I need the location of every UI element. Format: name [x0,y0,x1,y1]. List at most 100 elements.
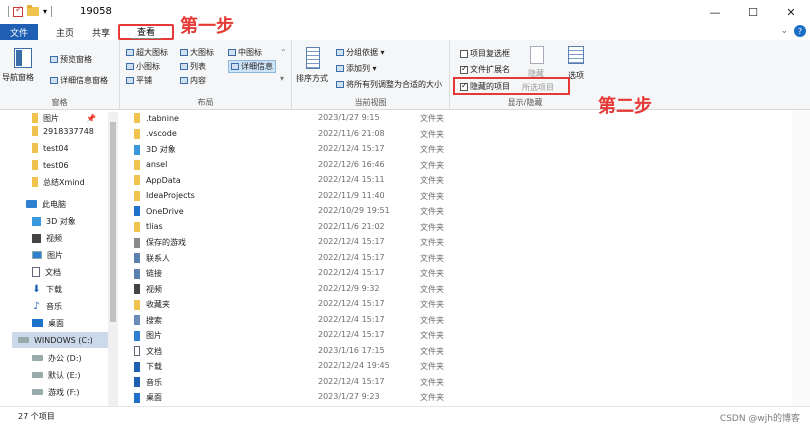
fit-columns-button[interactable]: 将所有列调整为合适的大小 [336,79,442,90]
folder-icon [134,159,140,170]
tab-share[interactable]: 共享 [92,24,110,40]
navigation-pane-icon[interactable] [14,48,32,68]
tab-file[interactable]: 文件 [0,24,38,40]
options-button[interactable]: 选项 [568,70,584,81]
music-icon [134,377,140,387]
file-name: 图片 [146,331,162,340]
chevron-down-icon[interactable]: ▾ [43,7,47,16]
file-row[interactable]: .vscode 2022/11/6 21:08 文件夹 [120,126,790,142]
file-row[interactable]: 链接 2022/12/4 15:17 文件夹 [120,265,790,281]
file-row[interactable]: OneDrive 2022/10/29 19:51 文件夹 [120,203,790,219]
folder-icon [134,128,140,139]
sidebar-item-drive-f[interactable]: 游戏 (F:) [32,384,79,400]
layout-large-icons[interactable]: 大图标 [180,47,214,58]
sort-by-button[interactable]: 排序方式 [296,73,328,84]
file-date: 2022/11/6 21:02 [318,221,385,231]
download-icon: ⬇ [32,283,41,295]
sidebar-item-drive-e[interactable]: 默认 (E:) [32,367,81,383]
medium-icons-icon [228,49,236,56]
music-icon: ♪ [33,300,40,312]
contacts-icon [134,253,140,263]
help-icon[interactable]: ? [794,25,806,37]
sidebar-item-drive-d[interactable]: 办公 (D:) [32,350,82,366]
file-row[interactable]: 文档 2023/1/16 17:15 文件夹 [120,343,790,359]
expand-ribbon-icon[interactable]: ⌄ [780,26,788,36]
add-column-button[interactable]: 添加列 ▾ [336,63,377,74]
layout-medium-icons[interactable]: 中图标 [228,47,262,58]
scrollbar-thumb[interactable] [110,122,116,322]
sidebar-item-label: 文档 [45,267,61,277]
maximize-button[interactable]: ☐ [734,0,772,24]
sidebar-item-downloads[interactable]: ⬇ 下载 [32,281,62,297]
file-row[interactable]: 搜索 2022/12/4 15:17 文件夹 [120,312,790,328]
sidebar-item-desktop[interactable]: 桌面 [32,315,64,331]
file-extensions-toggle[interactable]: 文件扩展名 [460,64,510,75]
sidebar-item-test06[interactable]: test06 [32,157,69,173]
file-type: 文件夹 [420,176,444,185]
layout-extra-large-icons[interactable]: 超大图标 [126,47,168,58]
tab-view[interactable]: 查看 [118,24,174,40]
file-row[interactable]: 桌面 2023/1/27 9:23 文件夹 [120,389,790,405]
file-row[interactable]: 音乐 2022/12/4 15:17 文件夹 [120,374,790,390]
sidebar-item-pictures[interactable]: 图片 [32,247,63,263]
layout-more-icon[interactable]: ▾ [280,74,284,83]
navigation-pane-button[interactable]: 导航窗格 [2,72,34,83]
sidebar-item-2918337748[interactable]: 2918337748 [32,123,94,139]
layout-label: 中图标 [238,48,262,57]
file-row[interactable]: 联系人 2022/12/4 15:17 文件夹 [120,250,790,266]
sidebar-scrollbar[interactable] [108,112,118,406]
sidebar-item-this-pc[interactable]: 此电脑 [26,196,66,212]
file-name: IdeaProjects [146,191,195,200]
layout-scroll-icon[interactable]: ⌃ [280,48,287,57]
show-hide-group: 项目复选框 文件扩展名 隐藏的项目 隐藏 所选项目 选项 显示/隐藏 [450,40,600,110]
file-row[interactable]: 保存的游戏 2022/12/4 15:17 文件夹 [120,234,790,250]
layout-list[interactable]: 列表 [180,61,206,72]
pane-group-label: 窗格 [51,98,68,107]
file-list-scrollbar[interactable] [792,110,810,406]
preview-pane-button[interactable]: 预览窗格 [50,54,92,65]
layout-details[interactable]: 详细信息 [228,60,276,73]
checkbox[interactable] [460,49,468,58]
file-row[interactable]: 视频 2022/12/9 9:32 文件夹 [120,281,790,297]
sidebar-item-drive-c[interactable]: WINDOWS (C:) [12,332,108,348]
sidebar-item-music[interactable]: ♪ 音乐 [32,298,62,314]
new-folder-icon[interactable] [27,5,39,16]
file-row[interactable]: 3D 对象 2022/12/4 15:17 文件夹 [120,141,790,157]
sidebar-item-3d-objects[interactable]: 3D 对象 [32,213,76,229]
sidebar-item-label: 3D 对象 [46,216,76,226]
sidebar-item-documents[interactable]: 文档 [32,264,61,280]
folder-icon [134,113,140,123]
file-row[interactable]: 图片 2022/12/4 15:17 文件夹 [120,327,790,343]
file-date: 2022/12/4 15:17 [318,237,385,246]
file-type: 文件夹 [420,269,444,278]
properties-icon[interactable] [13,5,23,17]
drive-icon [18,337,29,343]
sidebar-item-label: 办公 (D:) [48,353,82,363]
checkbox[interactable] [460,64,468,74]
hide-selected-icon [530,46,544,64]
file-row[interactable]: ansel 2022/12/6 16:46 文件夹 [120,157,790,173]
file-row[interactable]: AppData 2022/12/4 15:11 文件夹 [120,172,790,188]
sidebar-item-test04[interactable]: test04 [32,140,69,156]
file-row[interactable]: IdeaProjects 2022/11/9 11:40 文件夹 [120,188,790,204]
file-name: 音乐 [146,377,162,387]
sidebar-item-xmind[interactable]: 总结Xmind [32,174,85,190]
file-row[interactable]: 下载 2022/12/24 19:45 文件夹 [120,358,790,374]
minimize-button[interactable]: — [696,0,734,24]
file-name: ansel [146,160,168,169]
item-checkboxes-toggle[interactable]: 项目复选框 [460,48,510,59]
file-row[interactable]: tlias 2022/11/6 21:02 文件夹 [120,219,790,235]
layout-tiles[interactable]: 平铺 [126,75,152,86]
file-name: .vscode [146,129,177,138]
layout-small-icons[interactable]: 小图标 [126,61,160,72]
group-by-button[interactable]: 分组依据 ▾ [336,47,385,58]
file-row[interactable]: .tabnine 2023/1/27 9:15 文件夹 [120,110,790,126]
file-row[interactable]: 收藏夹 2022/12/4 15:17 文件夹 [120,296,790,312]
close-button[interactable]: ✕ [772,0,810,24]
details-pane-button[interactable]: 详细信息窗格 [50,75,108,86]
add-column-icon [336,65,344,72]
file-type: 文件夹 [420,191,444,201]
layout-content[interactable]: 内容 [180,75,206,86]
tab-home[interactable]: 主页 [56,24,74,40]
sidebar-item-videos[interactable]: 视频 [32,230,62,246]
